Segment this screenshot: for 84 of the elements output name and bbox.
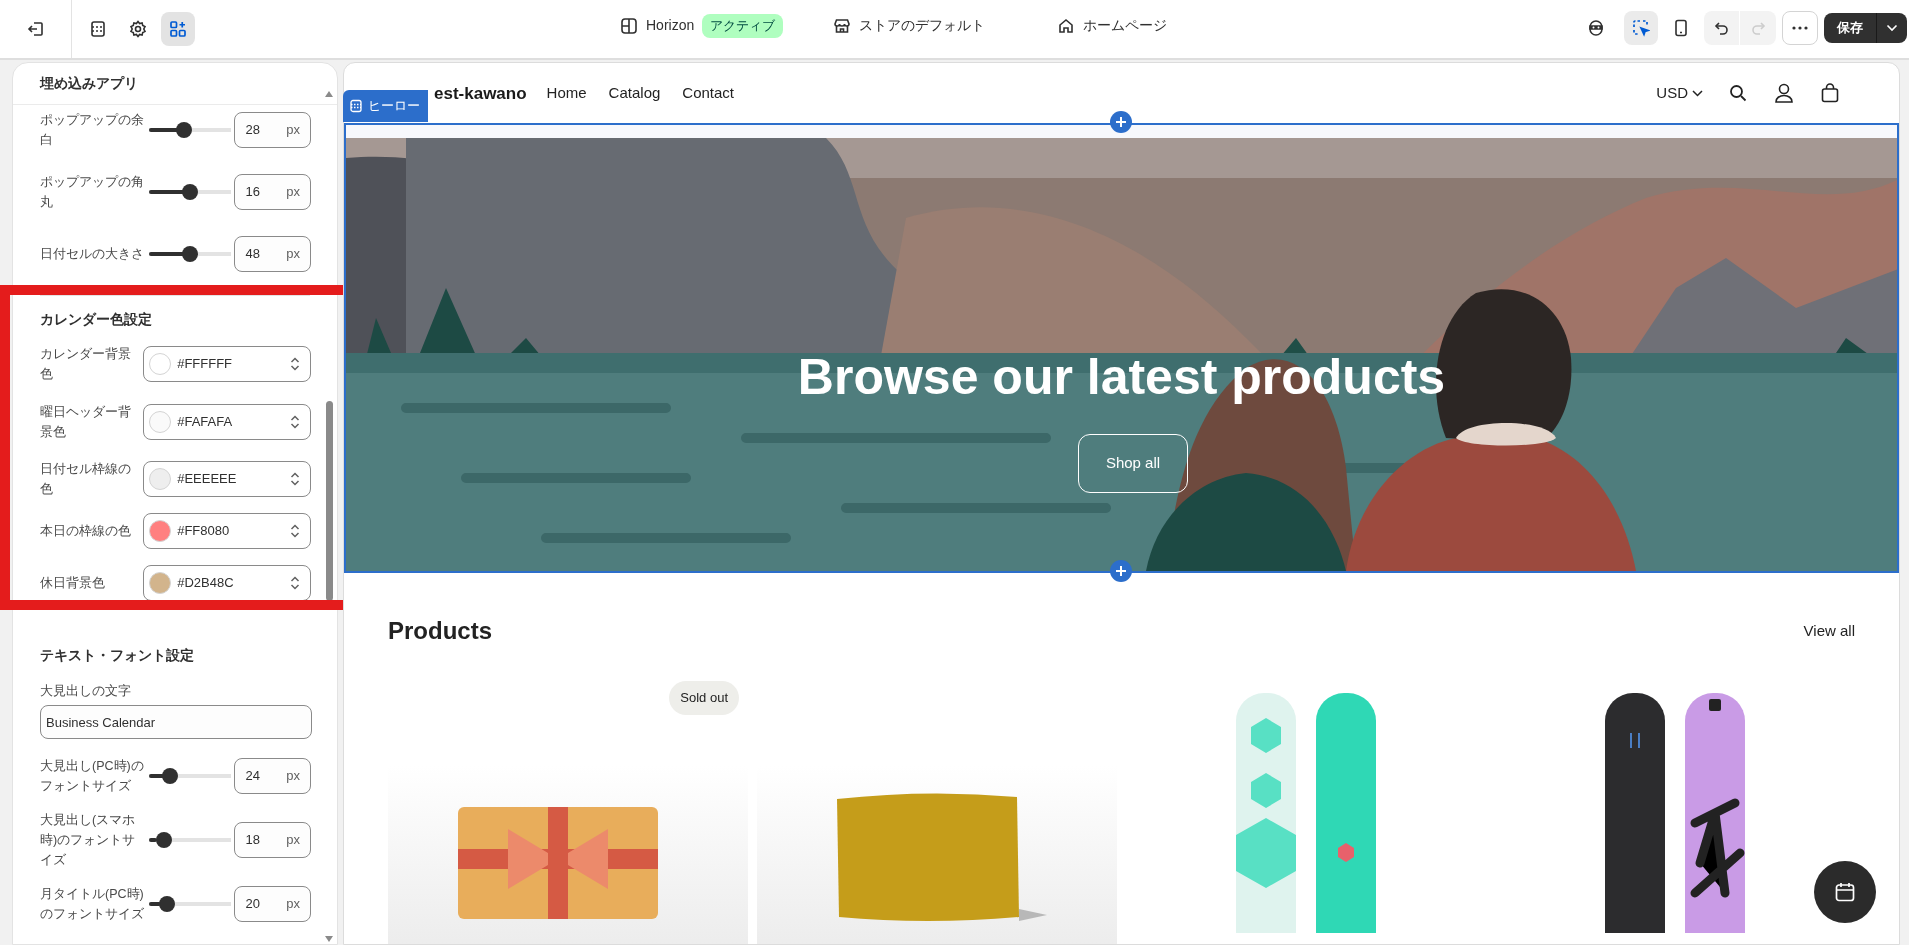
chevron-updown-icon — [290, 471, 300, 487]
undo-icon — [1713, 20, 1730, 36]
setting-label: 月タイトル(PC時)のフォントサイズ — [40, 886, 145, 923]
slider-thumb[interactable] — [162, 768, 179, 784]
heading-text-field[interactable]: Business Calendar — [40, 705, 312, 739]
mobile-phone-icon — [1673, 19, 1689, 37]
store-logo[interactable]: est-kawano — [434, 81, 527, 107]
chevron-updown-icon — [290, 523, 300, 539]
color-select[interactable]: #FF8080 — [143, 513, 311, 549]
unit-label: px — [286, 245, 300, 264]
disguise-icon — [1586, 18, 1606, 38]
chevron-updown-icon — [290, 356, 300, 372]
setting-label: 日付セルの大きさ — [40, 246, 145, 263]
sections-icon — [88, 19, 108, 39]
number-field[interactable]: 16 px — [234, 174, 311, 210]
unit-label: px — [286, 831, 300, 850]
section-title: カレンダー色設定 — [39, 310, 153, 329]
color-select[interactable]: #FFFFFF — [143, 346, 311, 382]
slider-thumb[interactable] — [159, 896, 176, 912]
chevron-down-icon — [1692, 89, 1703, 97]
search-icon[interactable] — [1729, 84, 1747, 102]
section-tag[interactable]: ヒーロー — [343, 90, 428, 122]
section-icon — [349, 99, 363, 113]
setting-label: ポップアップの余白 — [40, 112, 145, 149]
status-badge: アクティブ — [702, 14, 784, 38]
exit-icon[interactable] — [25, 19, 46, 39]
settings-icon — [128, 19, 148, 39]
currency-selector[interactable]: USD — [1656, 81, 1703, 105]
hero-heading: Browse our latest products — [796, 348, 1447, 407]
setting-label: カレンダー背景色 — [40, 346, 132, 383]
panel-title: 埋め込みアプリ — [13, 63, 337, 105]
setting-label: 本日の枠線の色 — [40, 523, 132, 540]
layout-icon — [620, 16, 638, 35]
setting-label: 曜日ヘッダー背景色 — [40, 403, 132, 441]
cart-bag-icon[interactable] — [1821, 83, 1839, 103]
slider-thumb[interactable] — [175, 122, 192, 138]
unit-label: px — [286, 183, 300, 202]
select-cursor-icon — [1632, 19, 1650, 37]
theme-name[interactable]: Horizon — [646, 15, 695, 37]
account-icon[interactable] — [1775, 83, 1793, 103]
section-title: テキスト・フォント設定 — [39, 646, 195, 665]
number-field[interactable]: 24 px — [234, 758, 311, 794]
setting-label: 大見出し(スマホ時)のフォントサイズ — [40, 812, 137, 869]
scroll-up-icon — [325, 91, 333, 97]
sold-out-badge: Sold out — [669, 681, 739, 715]
color-select[interactable]: #D2B48C — [143, 565, 311, 601]
chevron-updown-icon — [290, 413, 300, 430]
store-icon — [833, 16, 852, 35]
number-field[interactable]: 28 px — [234, 112, 311, 148]
shop-all-button[interactable]: Shop all — [1078, 434, 1188, 493]
caret-down-icon — [1886, 24, 1898, 32]
calendar-icon — [1834, 881, 1856, 903]
unit-label: px — [286, 895, 300, 914]
color-select[interactable]: #FAFAFA — [143, 403, 311, 440]
template-name[interactable]: ストアのデフォルト — [859, 15, 986, 37]
number-field[interactable]: 20 px — [234, 886, 311, 922]
number-field[interactable]: 18 px — [234, 822, 311, 858]
more-dots-icon — [1792, 26, 1808, 30]
setting-label: 日付セル枠線の色 — [40, 461, 132, 498]
unit-label: px — [286, 767, 300, 786]
field-label: 大見出しの文字 — [39, 682, 132, 700]
slider-thumb[interactable] — [155, 832, 172, 848]
number-field[interactable]: 48 px — [234, 236, 311, 272]
setting-label: 大見出し(PC時)のフォントサイズ — [40, 758, 145, 795]
product-card[interactable]: Sold out — [388, 661, 748, 944]
apps-view-button[interactable] — [161, 12, 195, 46]
add-section-icon[interactable] — [1110, 560, 1132, 582]
setting-label: ポップアップの角丸 — [40, 174, 145, 211]
products-heading: Products — [388, 616, 492, 646]
apps-icon — [168, 19, 188, 39]
nav-link[interactable]: Contact — [682, 81, 734, 105]
nav-link[interactable]: Catalog — [608, 81, 661, 105]
unit-label: px — [286, 121, 300, 140]
chevron-updown-icon — [290, 575, 300, 591]
home-icon — [1057, 16, 1076, 35]
redo-icon — [1750, 20, 1766, 36]
scroll-down-icon — [325, 936, 333, 942]
page-name[interactable]: ホームページ — [1083, 15, 1168, 37]
add-section-icon[interactable] — [1110, 111, 1132, 133]
nav-link[interactable]: Home — [546, 81, 587, 105]
view-all-link[interactable]: View all — [1803, 619, 1855, 643]
color-select[interactable]: #EEEEEE — [143, 461, 311, 497]
inspector-button[interactable] — [1624, 11, 1658, 45]
setting-label: 休日背景色 — [40, 575, 106, 592]
